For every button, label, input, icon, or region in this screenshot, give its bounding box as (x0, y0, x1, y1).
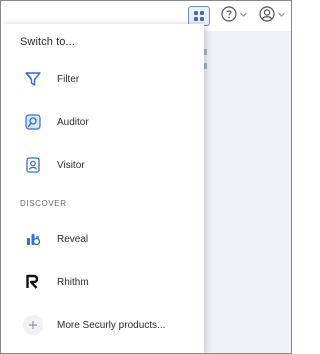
background-content (204, 31, 291, 353)
background-mark (204, 63, 207, 69)
menu-item-more-products[interactable]: More Securly products... (20, 310, 200, 340)
app-window: Switch to... Filter Auditor Visitor DISC… (0, 0, 292, 354)
discover-section-heading: DISCOVER (20, 199, 67, 208)
menu-item-label: More Securly products... (57, 319, 166, 331)
menu-item-rhithm[interactable]: Rhithm (20, 267, 200, 297)
plus-icon (20, 312, 46, 338)
menu-item-auditor[interactable]: Auditor (20, 107, 200, 137)
user-avatar-icon (259, 6, 275, 22)
chevron-down-icon (240, 12, 247, 17)
menu-item-label: Visitor (57, 159, 85, 171)
apps-switcher-button[interactable] (188, 6, 210, 26)
menu-title: Switch to... (20, 36, 75, 48)
background-mark (204, 49, 207, 55)
menu-item-label: Reveal (57, 233, 89, 245)
menu-item-filter[interactable]: Filter (20, 64, 200, 94)
product-switcher-menu: Switch to... Filter Auditor Visitor DISC… (1, 24, 204, 353)
help-circle-icon (221, 6, 237, 22)
visitor-icon (20, 152, 46, 178)
menu-item-label: Rhithm (57, 276, 89, 288)
rhithm-icon (20, 269, 46, 295)
menu-item-label: Auditor (57, 116, 89, 128)
help-menu-button[interactable] (221, 6, 247, 22)
filter-icon (20, 66, 46, 92)
chevron-down-icon (278, 12, 285, 17)
auditor-icon (20, 109, 46, 135)
menu-item-reveal[interactable]: Reveal (20, 224, 200, 254)
menu-item-label: Filter (57, 73, 80, 85)
reveal-icon (20, 226, 46, 252)
menu-item-visitor[interactable]: Visitor (20, 150, 200, 180)
user-menu-button[interactable] (259, 6, 285, 22)
grid-icon (194, 11, 204, 21)
